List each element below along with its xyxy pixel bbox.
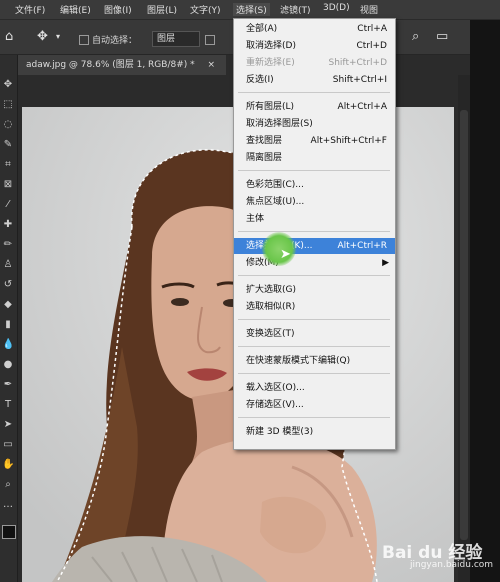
menu-item-isolate-layers[interactable]: 隔离图层	[234, 150, 395, 166]
menu-type[interactable]: 文字(Y)	[190, 3, 221, 16]
menu-item-subject[interactable]: 主体	[234, 211, 395, 227]
document-tab-title: adaw.jpg @ 78.6% (图层 1, RGB/8#) *	[26, 60, 195, 70]
menu-item-quick-mask[interactable]: 在快速蒙版模式下编辑(Q)	[234, 353, 395, 369]
type-tool-icon[interactable]: T	[2, 399, 14, 411]
foreground-color-swatch[interactable]	[2, 525, 16, 539]
menu-image[interactable]: 图像(I)	[104, 3, 132, 16]
menu-item-similar[interactable]: 选取相似(R)	[234, 299, 395, 315]
menu-item-find-layers[interactable]: 查找图层 Alt+Shift+Ctrl+F	[234, 133, 395, 149]
menu-item-deselect[interactable]: 取消选择(D) Ctrl+D	[234, 38, 395, 54]
menu-item-load-selection[interactable]: 载入选区(O)...	[234, 380, 395, 396]
move-tool-icon[interactable]: ✥	[2, 79, 14, 91]
menu-layer[interactable]: 图层(L)	[147, 3, 177, 16]
stamp-tool-icon[interactable]: ♙	[2, 259, 14, 271]
eraser-tool-icon[interactable]: ◆	[2, 299, 14, 311]
menu-filter[interactable]: 滤镜(T)	[280, 3, 311, 16]
menu-file[interactable]: 文件(F)	[15, 3, 45, 16]
crop-tool-icon[interactable]: ⌗	[2, 159, 14, 171]
move-tool-icon[interactable]: ✥	[37, 29, 48, 44]
history-brush-icon[interactable]: ↺	[2, 279, 14, 291]
menu-edit[interactable]: 编辑(E)	[60, 3, 91, 16]
menu-separator	[238, 319, 390, 320]
baidu-watermark-url: jingyan.baidu.com	[410, 560, 494, 570]
transform-controls-checkbox[interactable]	[205, 35, 215, 45]
menu-item-grow[interactable]: 扩大选取(G)	[234, 282, 395, 298]
menu-item-select-all[interactable]: 全部(A) Ctrl+A	[234, 21, 395, 37]
menu-item-new-3d-model[interactable]: 新建 3D 模型(3)	[234, 424, 395, 440]
menu-item-deselect-layers[interactable]: 取消选择图层(S)	[234, 116, 395, 132]
brush-tool-icon[interactable]: ✏	[2, 239, 14, 251]
tools-panel: ✥ ⬚ ◌ ✎ ⌗ ⊠ ⁄ ✚ ✏ ♙ ↺ ◆ ▮ 💧 ● ✒ T ➤ ▭ ✋ …	[0, 55, 18, 582]
auto-select-target-select[interactable]: 图层	[152, 31, 200, 47]
frame-tool-icon[interactable]: ⊠	[2, 179, 14, 191]
menu-separator	[238, 346, 390, 347]
chevron-down-icon[interactable]: ▾	[56, 32, 60, 41]
workspace-icon[interactable]: ▭	[436, 29, 448, 44]
menu-item-select-and-mask[interactable]: 选择并遮住(K)...Alt+Ctrl+R	[234, 238, 395, 254]
right-panel-area	[470, 20, 500, 582]
home-icon[interactable]: ⌂	[5, 29, 13, 44]
close-icon[interactable]: ×	[208, 60, 216, 70]
auto-select-label: 自动选择：	[92, 36, 138, 46]
menu-item-focus-area[interactable]: 焦点区域(U)...	[234, 194, 395, 210]
mouse-cursor-icon: ➤	[280, 247, 291, 262]
menu-bar: 文件(F) 编辑(E) 图像(I) 图层(L) 文字(Y) 选择(S) 滤镜(T…	[0, 0, 500, 20]
submenu-arrow-icon: ▶	[382, 258, 389, 268]
menu-separator	[238, 170, 390, 171]
dodge-tool-icon[interactable]: ●	[2, 359, 14, 371]
menu-item-all-layers[interactable]: 所有图层(L) Alt+Ctrl+A	[234, 99, 395, 115]
zoom-tool-icon[interactable]: ⌕	[2, 479, 14, 491]
menu-select[interactable]: 选择(S)	[233, 3, 270, 16]
menu-separator	[238, 231, 390, 232]
select-menu-dropdown: 全部(A) Ctrl+A 取消选择(D) Ctrl+D 重新选择(E) Shift+C…	[233, 18, 396, 450]
menu-item-color-range[interactable]: 色彩范围(C)...	[234, 177, 395, 193]
menu-separator	[238, 417, 390, 418]
marquee-tool-icon[interactable]: ⬚	[2, 99, 14, 111]
menu-item-inverse[interactable]: 反选(I) Shift+Ctrl+I	[234, 72, 395, 88]
eyedropper-tool-icon[interactable]: ⁄	[2, 199, 14, 211]
menu-view[interactable]: 视图	[360, 3, 378, 16]
shape-tool-icon[interactable]: ▭	[2, 439, 14, 451]
quick-select-tool-icon[interactable]: ✎	[2, 139, 14, 151]
lasso-tool-icon[interactable]: ◌	[2, 119, 14, 131]
search-icon[interactable]: ⌕	[412, 29, 419, 44]
pen-tool-icon[interactable]: ✒	[2, 379, 14, 391]
menu-separator	[238, 275, 390, 276]
menu-item-modify[interactable]: 修改(M) ▶	[234, 255, 395, 271]
menu-3d[interactable]: 3D(D)	[323, 3, 350, 13]
scrollbar-thumb[interactable]	[460, 110, 468, 540]
menu-separator	[238, 373, 390, 374]
hand-tool-icon[interactable]: ✋	[2, 459, 14, 471]
menu-item-transform-selection[interactable]: 变换选区(T)	[234, 326, 395, 342]
healing-brush-icon[interactable]: ✚	[2, 219, 14, 231]
path-select-icon[interactable]: ➤	[2, 419, 14, 431]
more-tools-icon[interactable]: …	[2, 499, 14, 511]
menu-item-save-selection[interactable]: 存储选区(V)...	[234, 397, 395, 413]
auto-select-checkbox[interactable]	[79, 35, 89, 45]
gradient-tool-icon[interactable]: ▮	[2, 319, 14, 331]
blur-tool-icon[interactable]: 💧	[2, 339, 14, 351]
menu-item-reselect: 重新选择(E) Shift+Ctrl+D	[246, 58, 387, 68]
document-tab[interactable]: adaw.jpg @ 78.6% (图层 1, RGB/8#) * ×	[18, 55, 226, 75]
menu-separator	[238, 92, 390, 93]
